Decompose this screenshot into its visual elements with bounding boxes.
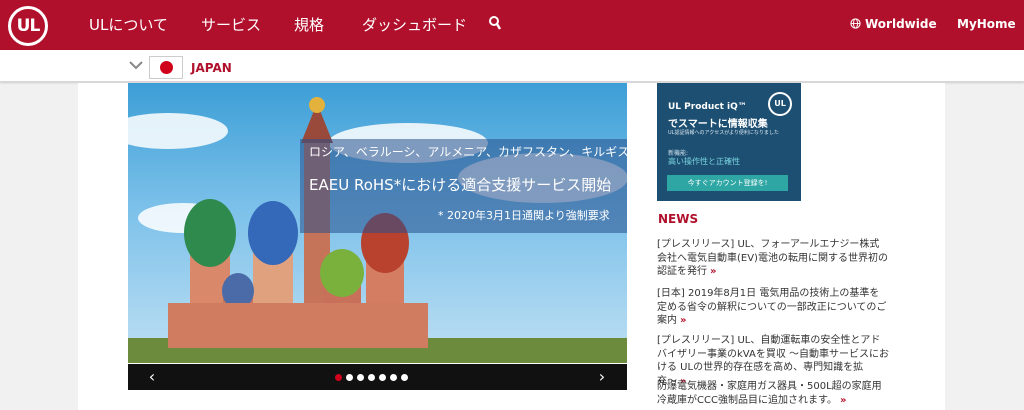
search-icon[interactable] [488,13,502,33]
news-more-icon[interactable]: » [840,395,846,406]
ad-title: UL Product iQ™ [668,102,747,112]
news-more-icon[interactable]: » [680,315,686,326]
news-item-text[interactable]: [プレスリリース] UL、自動運転車の安全性とアドバイザリー事業のkVAを買収 … [657,335,889,387]
carousel-prev-button[interactable]: ‹ [142,367,162,387]
carousel-next-button[interactable]: › [592,367,612,387]
hero-countries-text: ロシア、ベラルーシ、アルメニア、カザフスタン、キルギス [309,145,630,159]
news-item-text[interactable]: [プレスリリース] UL、フォーアールエナジー株式会社へ電気自動車(EV)電池の… [657,239,888,277]
carousel-dot-3[interactable] [357,374,364,381]
carousel-dot-1[interactable] [335,374,342,381]
news-item[interactable]: [プレスリリース] UL、フォーアールエナジー株式会社へ電気自動車(EV)電池の… [657,238,889,279]
ad-feature: 高い操作性と正確性 [668,157,740,166]
globe-icon [850,18,861,29]
hero-title[interactable]: EAEU RoHS*における適合支援サービス開始 [309,174,611,195]
hero-note: * 2020年3月1日通関より強制要求 [438,209,610,222]
news-item[interactable]: [日本] 2019年8月1日 電気用品の技術上の基準を定める省令の解釈についての… [657,287,889,328]
register-account-button[interactable]: 今すぐアカウント登録を! [667,175,788,191]
carousel-dot-4[interactable] [368,374,375,381]
carousel-dot-7[interactable] [401,374,408,381]
ul-ad-logo: UL [768,92,792,116]
chevron-down-icon[interactable] [129,59,143,71]
nav-about-ul[interactable]: ULについて [89,14,168,35]
nav-dashboard[interactable]: ダッシュボード [362,14,467,35]
country-label[interactable]: JAPAN [191,61,232,75]
ad-description: UL認証情報へのアクセスがより便利になりました [668,130,779,136]
carousel-dot-5[interactable] [379,374,386,381]
carousel-dots [335,374,412,382]
worldwide-label: Worldwide [865,17,937,31]
nav-standards[interactable]: 規格 [294,14,324,35]
carousel-dot-6[interactable] [390,374,397,381]
news-more-icon[interactable]: » [710,266,716,277]
japan-flag-icon[interactable] [149,56,183,79]
worldwide-link[interactable]: Worldwide [850,17,937,31]
carousel-dot-2[interactable] [346,374,353,381]
news-item[interactable]: 防爆電気機器・家庭用ガス器具・500L超の家庭用冷蔵庫がCCC強制品目に追加され… [657,380,889,407]
ad-subtitle: でスマートに情報収集 [668,119,768,130]
news-item-text[interactable]: 防爆電気機器・家庭用ガス器具・500L超の家庭用冷蔵庫がCCC強制品目に追加され… [657,381,882,406]
ul-logo[interactable]: UL [8,6,48,46]
flag-sun [160,61,173,74]
news-heading: NEWS [658,212,699,226]
myhome-link[interactable]: MyHome [957,17,1016,31]
news-item-text[interactable]: [日本] 2019年8月1日 電気用品の技術上の基準を定める省令の解釈についての… [657,288,886,326]
nav-services[interactable]: サービス [201,14,261,35]
